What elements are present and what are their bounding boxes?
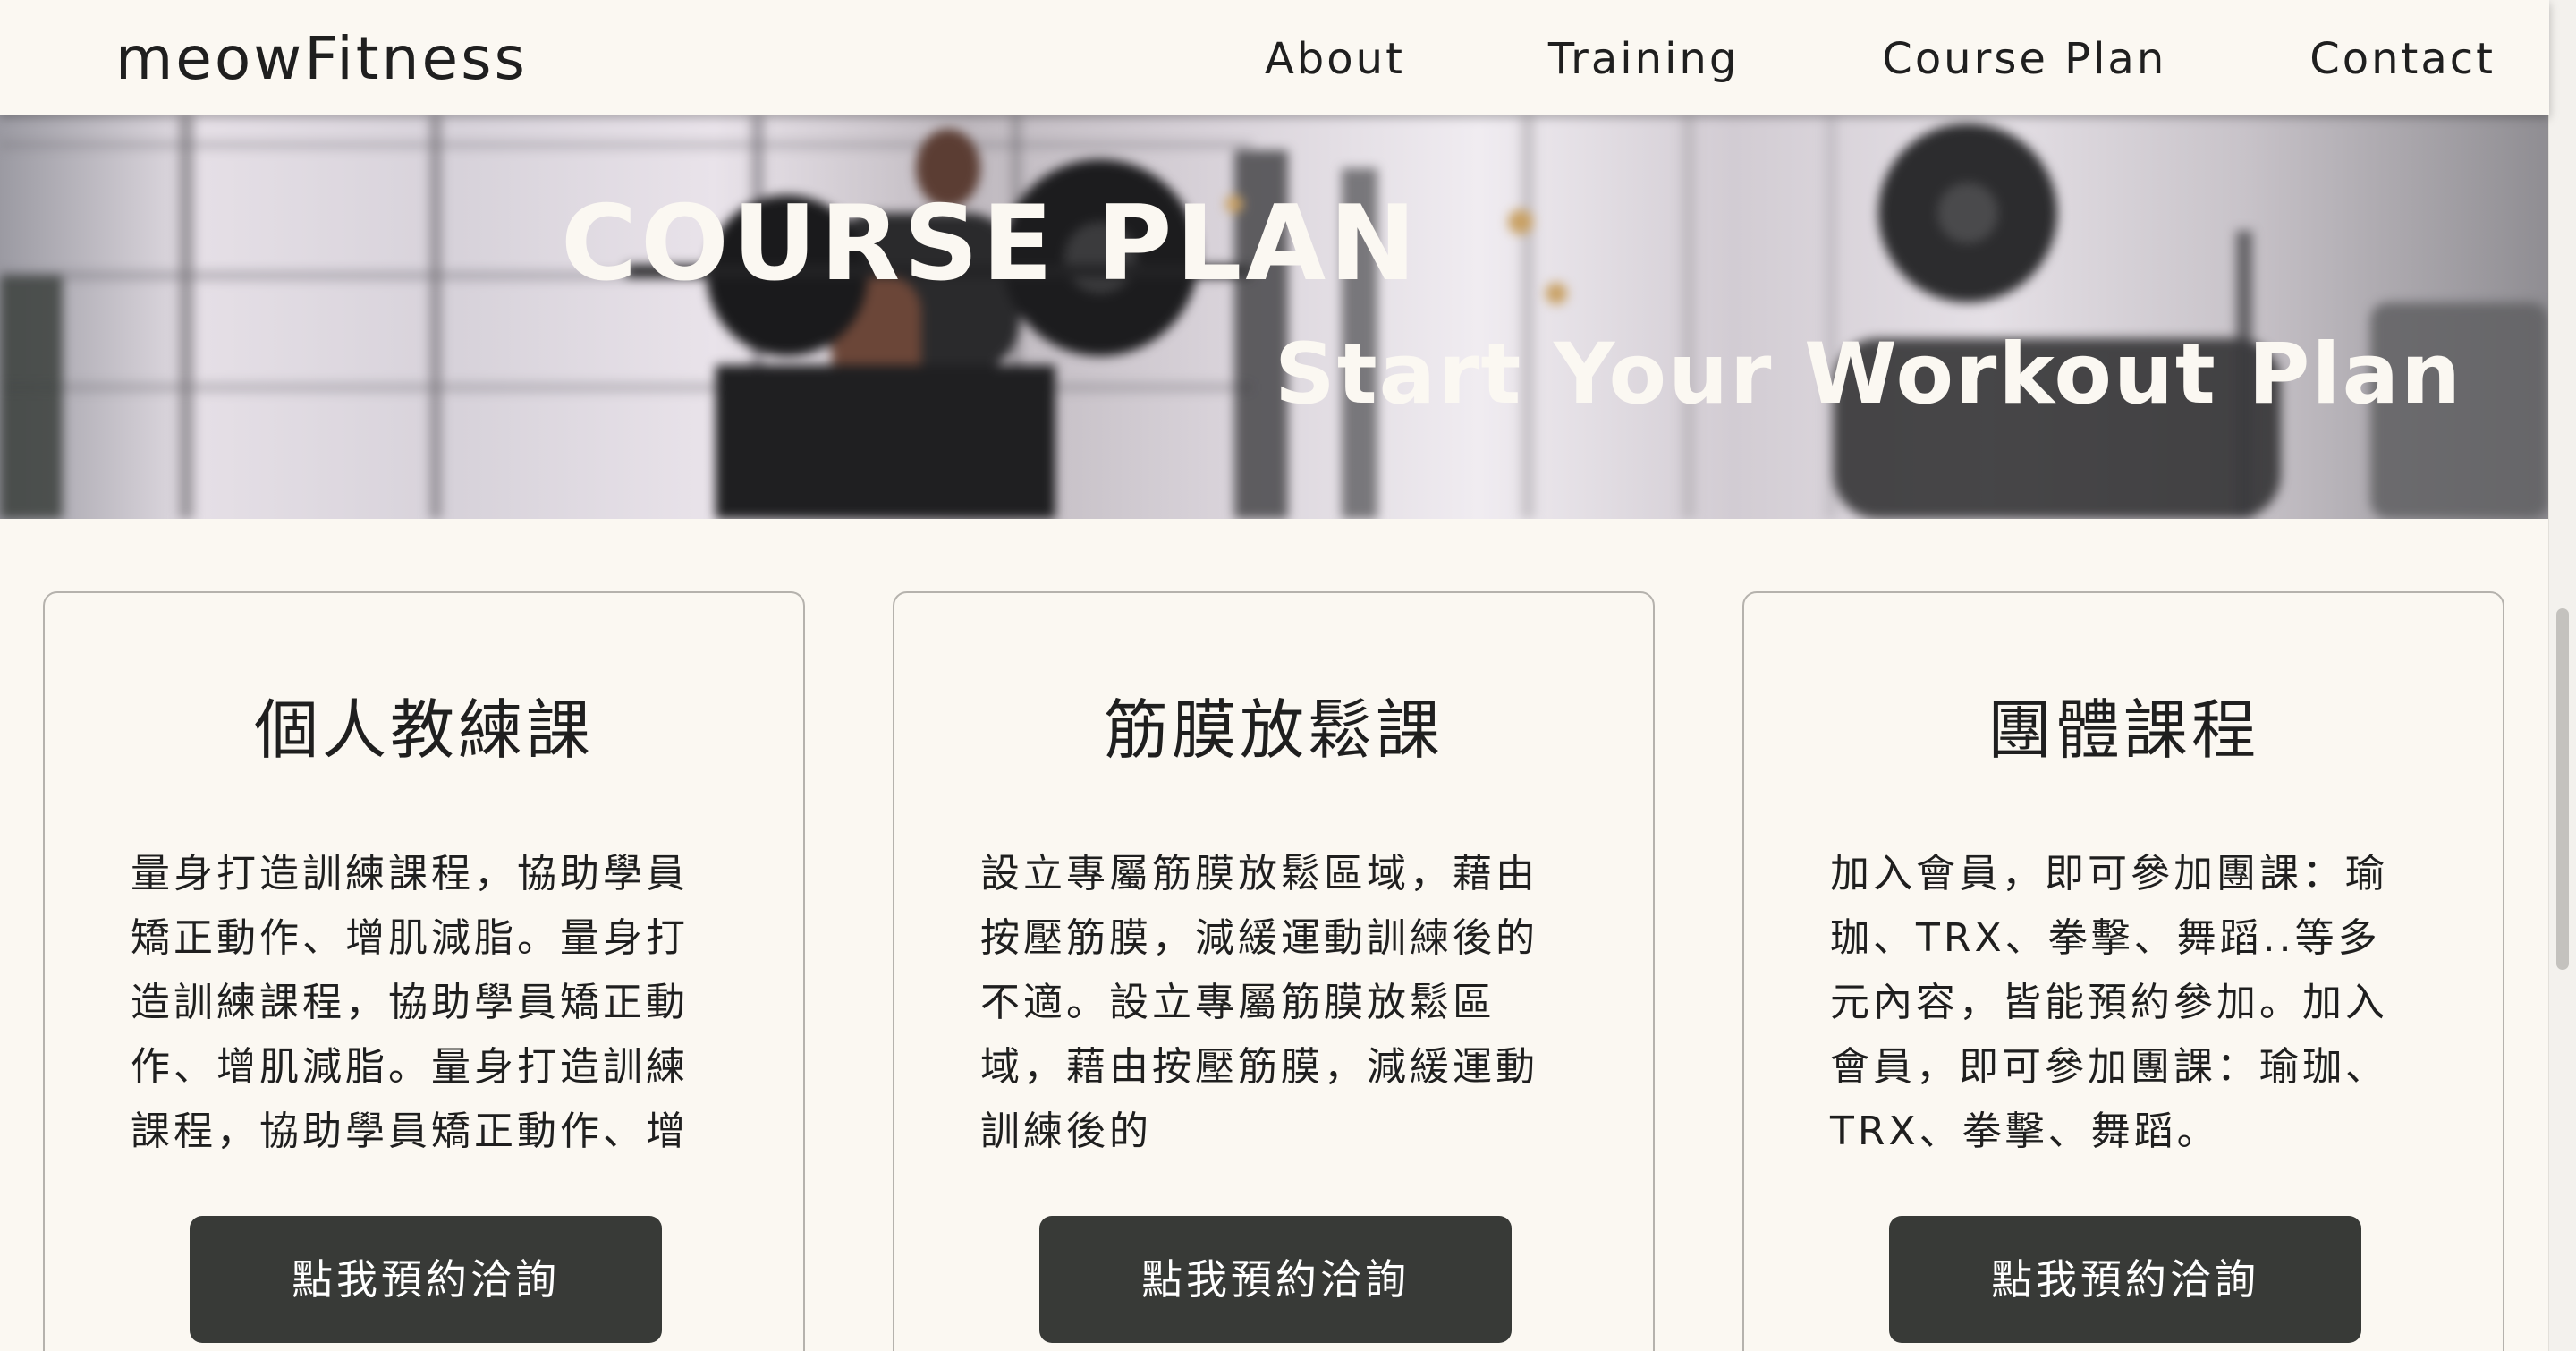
booking-button[interactable]: 點我預約洽詢 — [190, 1216, 662, 1343]
site-header: meowFitness About Training Course Plan C… — [0, 0, 2549, 115]
nav-training[interactable]: Training — [1548, 30, 1739, 88]
hero-banner: COURSE PLAN Start Your Workout Plan — [0, 115, 2549, 519]
card-description: 量身打造訓練課程，協助學員矯正動作、增肌減脂。量身打造訓練課程，協助學員矯正動作… — [131, 851, 689, 1154]
booking-button[interactable]: 點我預約洽詢 — [1039, 1216, 1512, 1343]
card-description: 設立專屬筋膜放鬆區域，藉由按壓筋膜，減緩運動訓練後的不適。設立專屬筋膜放鬆區域，… — [980, 851, 1538, 1154]
card-title: 團體課程 — [1987, 692, 2259, 768]
vertical-scrollbar[interactable] — [2548, 0, 2576, 1351]
hero-title: COURSE PLAN — [561, 183, 1420, 304]
card-description: 加入會員，即可參加團課：瑜珈、TRX、拳擊、舞蹈..等多元內容，皆能預約參加。加… — [1830, 851, 2388, 1154]
hero-background-image — [0, 115, 2549, 519]
nav-course-plan[interactable]: Course Plan — [1882, 30, 2166, 88]
site-logo[interactable]: meowFitness — [115, 23, 528, 95]
course-card-fascia-release: 筋膜放鬆課 設立專屬筋膜放鬆區域，藉由按壓筋膜，減緩運動訓練後的不適。設立專屬筋… — [893, 591, 1655, 1351]
main-nav: About Training Course Plan Contact — [1122, 30, 2496, 88]
course-card-group-class: 團體課程 加入會員，即可參加團課：瑜珈、TRX、拳擊、舞蹈..等多元內容，皆能預… — [1742, 591, 2504, 1351]
page: meowFitness About Training Course Plan C… — [0, 0, 2576, 1351]
card-title: 個人教練課 — [253, 692, 594, 768]
hero-subtitle: Start Your Workout Plan — [1275, 326, 2462, 423]
booking-button[interactable]: 點我預約洽詢 — [1889, 1216, 2361, 1343]
nav-contact[interactable]: Contact — [2309, 30, 2496, 88]
card-title: 筋膜放鬆課 — [1103, 692, 1444, 768]
nav-about[interactable]: About — [1265, 30, 1405, 88]
scrollbar-thumb[interactable] — [2556, 608, 2569, 970]
course-card-personal-training: 個人教練課 量身打造訓練課程，協助學員矯正動作、增肌減脂。量身打造訓練課程，協助… — [43, 591, 805, 1351]
